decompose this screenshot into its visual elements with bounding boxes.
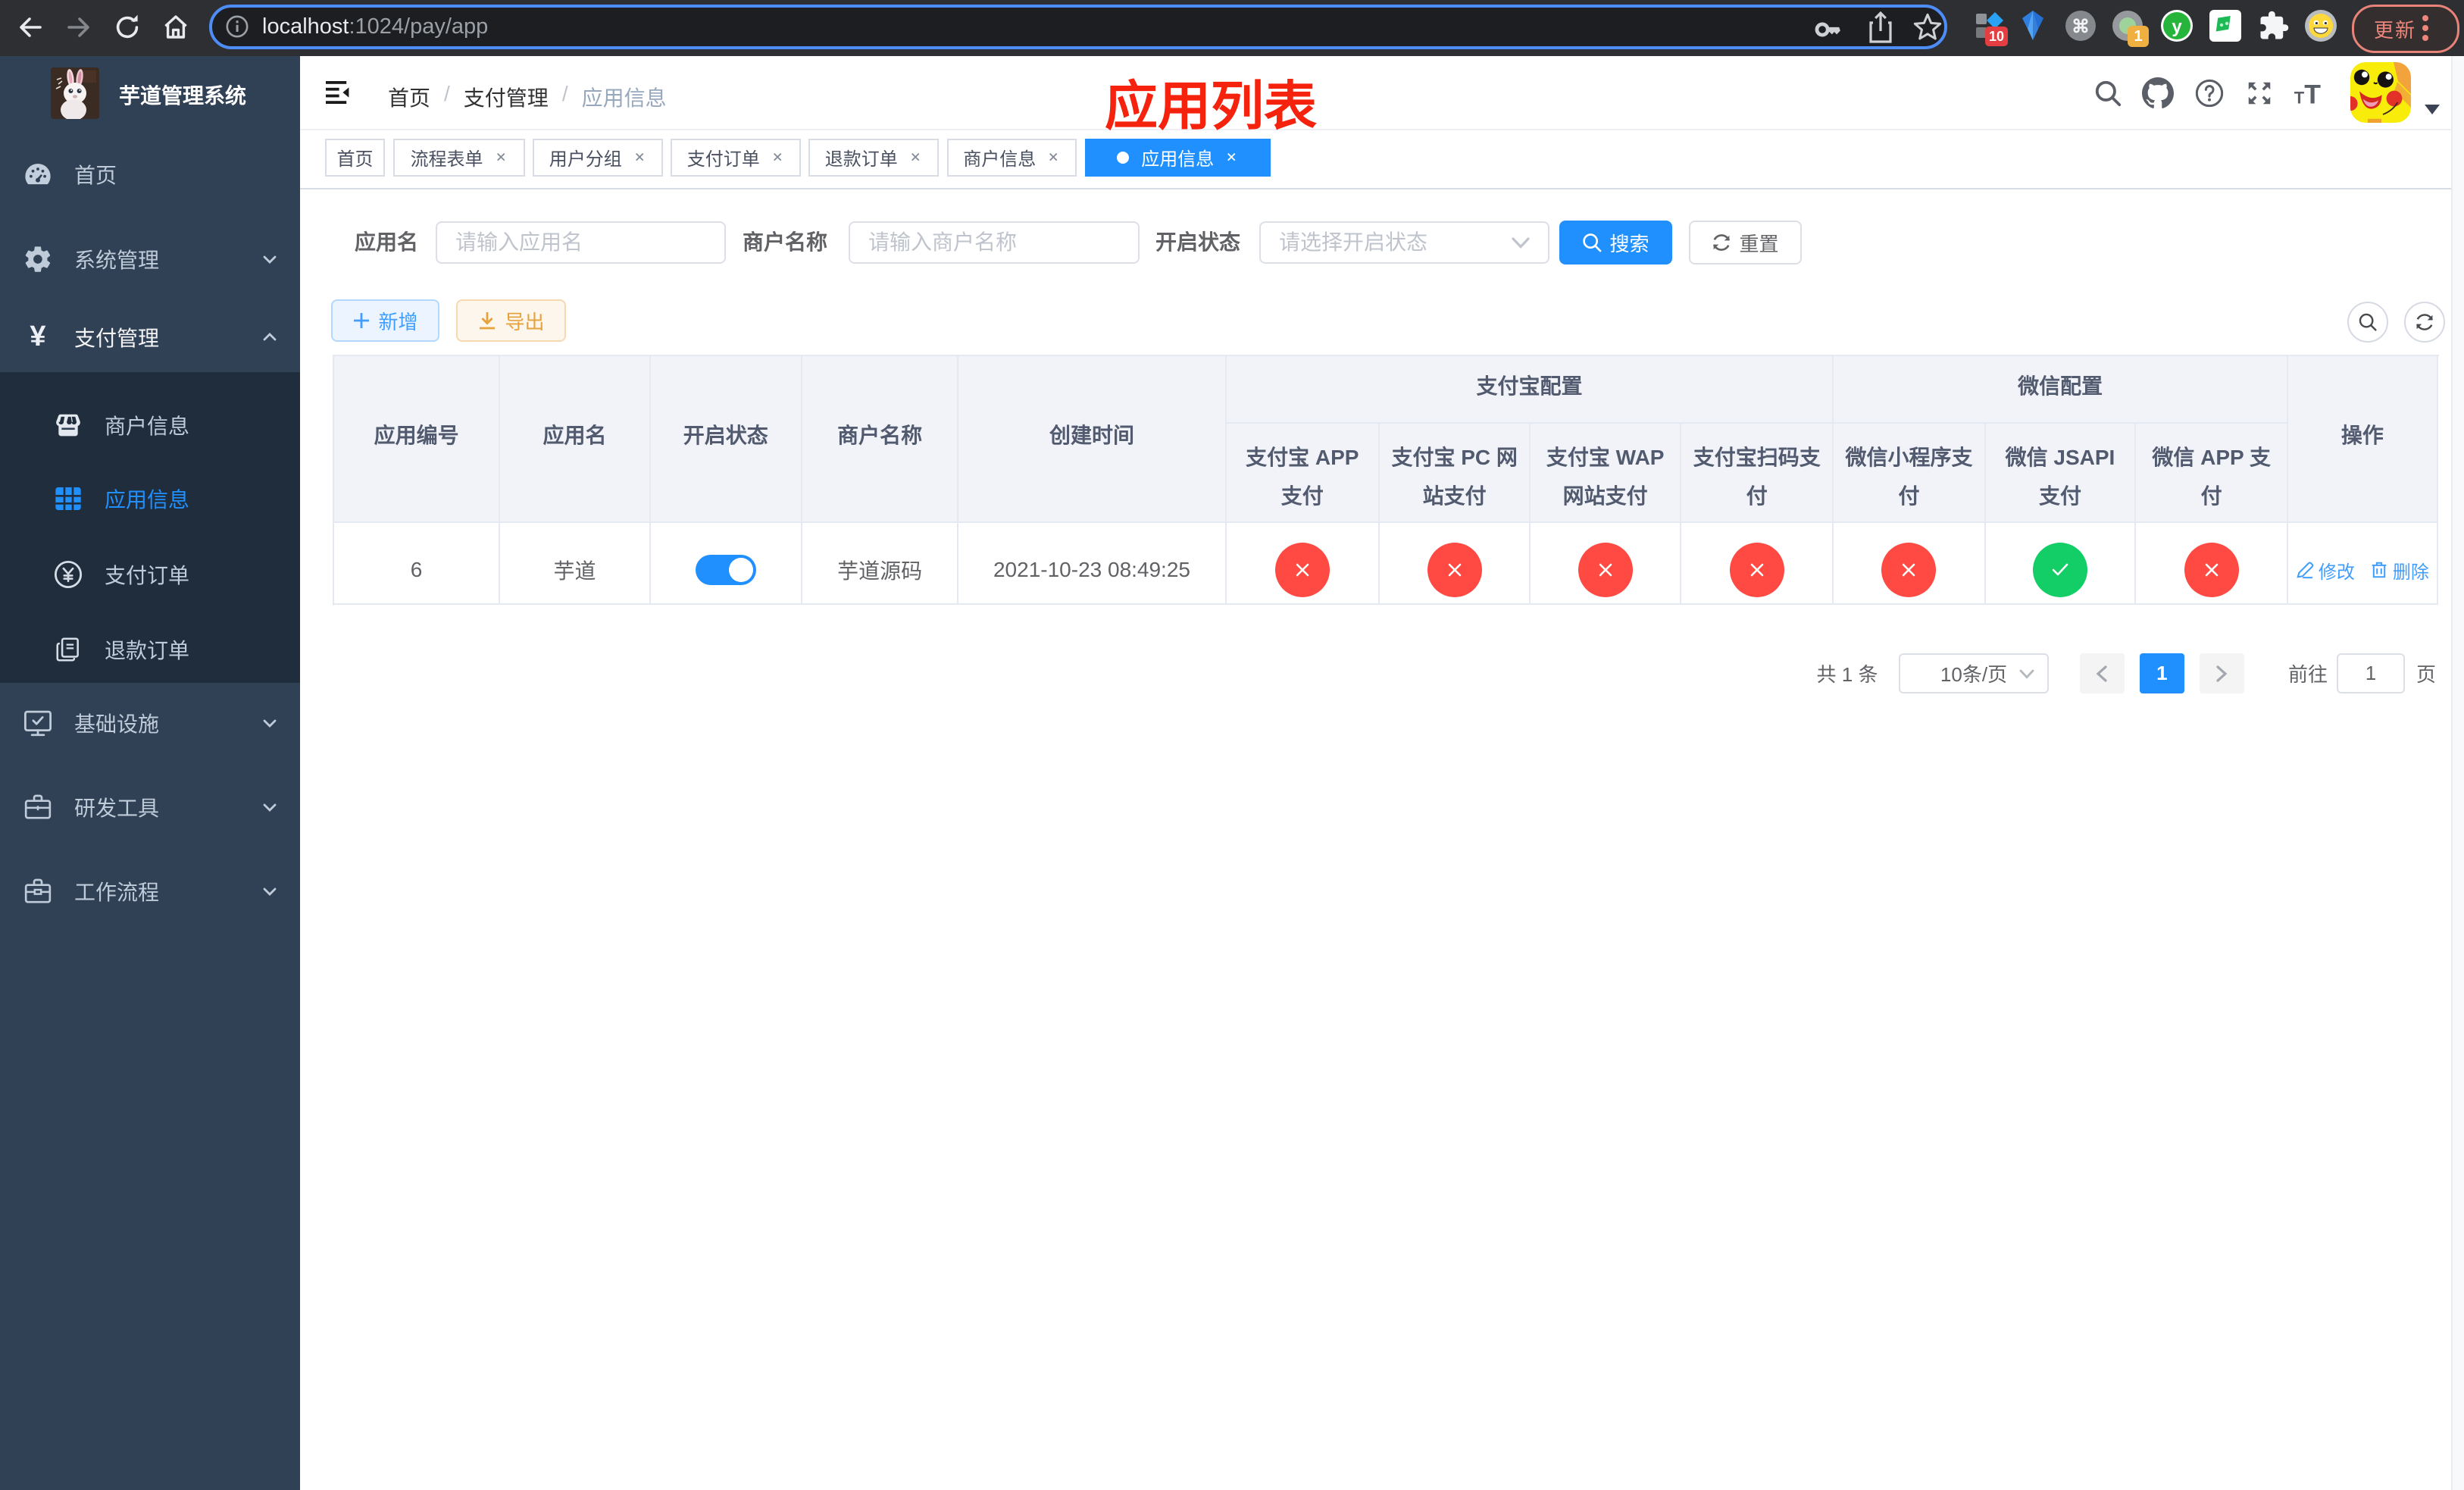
svg-text:y: y [2172, 17, 2182, 37]
svg-text:T: T [2304, 80, 2321, 108]
svg-text:T: T [2294, 89, 2305, 108]
svg-text:⌘: ⌘ [2072, 17, 2090, 37]
